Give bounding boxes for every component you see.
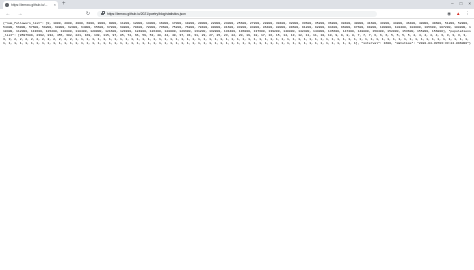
- globe-icon: [5, 3, 9, 7]
- reload-icon[interactable]: ↻: [84, 10, 92, 18]
- extension-icon[interactable]: ◉: [447, 10, 451, 18]
- tab-strip: https://lemwo.github.io/... × + – □ ×: [0, 0, 474, 9]
- menu-icon[interactable]: ⋮: [466, 10, 471, 18]
- url-text[interactable]: https://lemwo.github.io/2021/poetry/blog…: [107, 12, 186, 16]
- browser-toolbar: ← → ↻ https://lemwo.github.io/2021/poetr…: [0, 9, 474, 19]
- back-icon[interactable]: ←: [4, 10, 12, 18]
- close-window-icon[interactable]: ×: [468, 0, 471, 8]
- lock-icon[interactable]: [101, 11, 105, 16]
- minimize-icon[interactable]: –: [451, 0, 454, 8]
- alert-icon[interactable]: ▲: [456, 10, 460, 18]
- json-content: {"num_followers_list": [0, 1000, 2000, 4…: [3, 21, 471, 45]
- forward-icon[interactable]: →: [16, 10, 24, 18]
- toolbar-icons: ◉ ▲ ⋮: [447, 10, 470, 18]
- browser-tab[interactable]: https://lemwo.github.io/... ×: [3, 1, 58, 9]
- address-bar[interactable]: https://lemwo.github.io/2021/poetry/blog…: [97, 10, 377, 17]
- close-icon[interactable]: ×: [54, 3, 56, 7]
- window-controls: – □ ×: [451, 0, 471, 8]
- maximize-icon[interactable]: □: [460, 0, 463, 8]
- new-tab-button[interactable]: +: [62, 1, 66, 8]
- tab-title: https://lemwo.github.io/...: [11, 3, 48, 7]
